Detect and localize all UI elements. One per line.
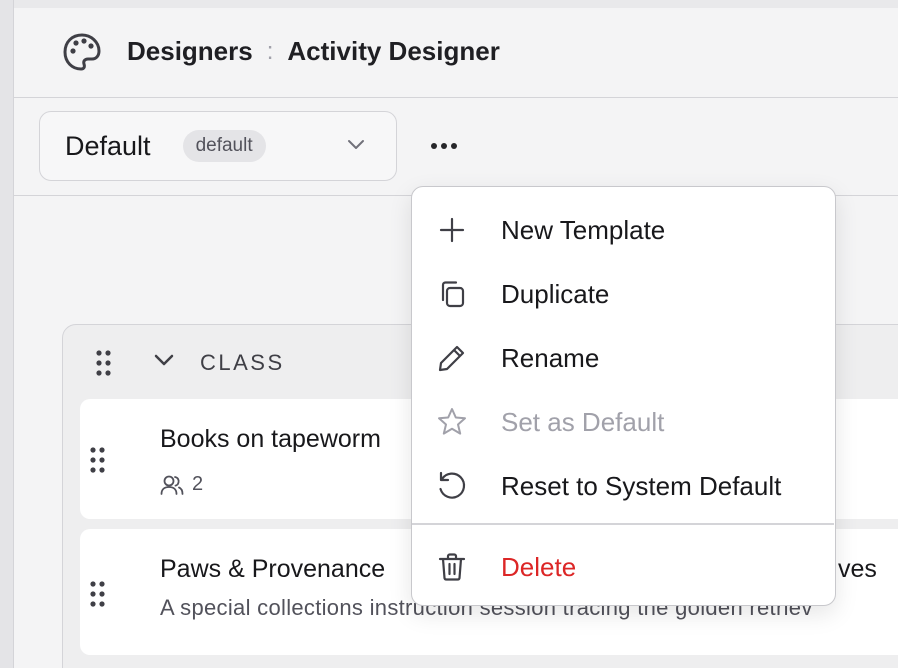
page-header: Designers : Activity Designer	[14, 8, 898, 98]
template-select[interactable]: Default default	[39, 111, 397, 181]
trash-icon	[438, 553, 466, 581]
left-rail	[0, 0, 14, 668]
participants-value: 2	[192, 473, 204, 495]
ellipsis-icon	[431, 143, 457, 149]
default-badge: default	[182, 130, 266, 162]
breadcrumb: Designers : Activity Designer	[127, 36, 500, 67]
menu-item-set-default[interactable]: Set as Default	[412, 391, 834, 453]
template-options-menu: New Template Duplicate Rename Set as Def…	[411, 186, 836, 606]
users-icon	[160, 475, 184, 495]
menu-item-label: Reset to System Default	[501, 470, 782, 501]
menu-item-new-template[interactable]: New Template	[412, 199, 834, 261]
section-title: CLASS	[200, 350, 285, 375]
breadcrumb-current: Activity Designer	[287, 36, 500, 66]
menu-item-delete[interactable]: Delete	[412, 536, 834, 598]
toolbar: Default default	[14, 98, 898, 196]
menu-item-duplicate[interactable]: Duplicate	[412, 263, 834, 325]
more-options-button[interactable]	[424, 128, 464, 164]
palette-icon	[63, 33, 101, 71]
pencil-icon	[438, 345, 465, 372]
plus-icon	[439, 217, 465, 243]
menu-item-rename[interactable]: Rename	[412, 327, 834, 389]
card-title-tail: ves	[838, 555, 877, 583]
card-title: Books on tapeworm	[160, 425, 381, 453]
menu-item-reset-system-default[interactable]: Reset to System Default	[412, 455, 834, 517]
template-select-value: Default	[65, 130, 151, 161]
star-icon	[438, 408, 466, 435]
drag-handle-icon[interactable]	[96, 350, 112, 376]
participants-count: 2	[160, 473, 203, 496]
menu-item-label: Rename	[501, 342, 600, 373]
menu-item-label: Duplicate	[501, 278, 610, 309]
chevron-down-icon	[348, 140, 364, 149]
copy-icon	[441, 281, 465, 308]
menu-item-label: New Template	[501, 214, 666, 245]
menu-divider	[412, 523, 834, 525]
reset-icon	[439, 471, 466, 499]
breadcrumb-separator: :	[266, 37, 274, 65]
breadcrumb-root[interactable]: Designers	[127, 36, 253, 67]
drag-handle-icon[interactable]	[90, 581, 106, 607]
collapse-chevron-icon[interactable]	[153, 353, 175, 369]
menu-item-label: Set as Default	[501, 406, 665, 437]
menu-item-label: Delete	[501, 551, 577, 582]
drag-handle-icon[interactable]	[90, 447, 106, 473]
top-strip	[14, 0, 898, 8]
card-title: Paws & Provenance	[160, 555, 386, 583]
